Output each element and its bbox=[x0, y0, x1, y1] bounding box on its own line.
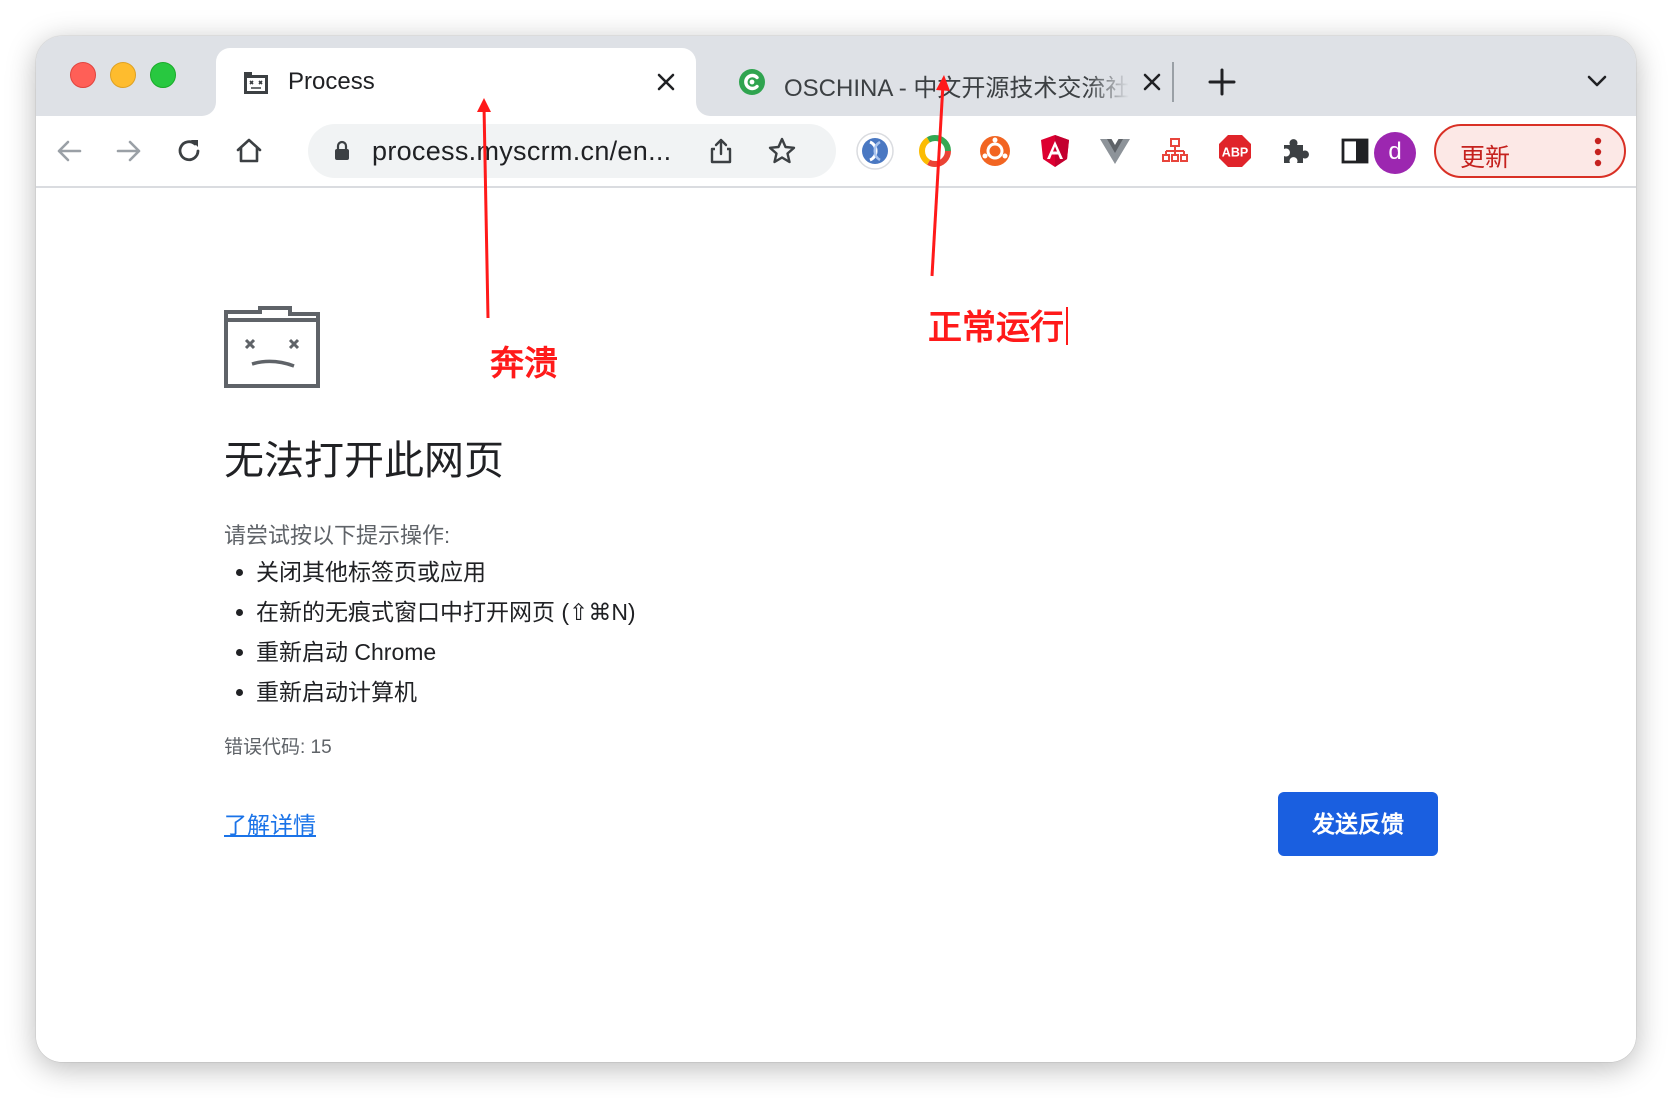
share-icon[interactable] bbox=[706, 136, 736, 166]
crashed-text: 奔溃 bbox=[490, 345, 558, 383]
learn-more-link[interactable]: 了解详情 bbox=[224, 806, 316, 840]
browser-window: Process OSCHINA - 中文开源技术交流社区 process.mys… bbox=[36, 36, 1636, 1062]
tree-extension-icon[interactable] bbox=[1156, 132, 1194, 170]
error-heading: 无法打开此网页 bbox=[224, 439, 504, 483]
list-item: 关闭其他标签页或应用 bbox=[224, 552, 636, 592]
error-subheading: 请尝试按以下提示操作: bbox=[224, 523, 451, 548]
chevron-down-icon[interactable] bbox=[1582, 66, 1612, 96]
close-tab-icon[interactable] bbox=[1140, 70, 1164, 94]
abp-extension-icon[interactable]: ABP bbox=[1216, 132, 1254, 170]
running-text: 正常运行 bbox=[928, 309, 1064, 347]
list-item: 在新的无痕式窗口中打开网页 (⇧⌘N) bbox=[224, 592, 636, 632]
oschina-icon bbox=[739, 69, 765, 95]
tab-title: OSCHINA - 中文开源技术交流社区 bbox=[784, 75, 1129, 102]
orange-lifebuoy-extension-icon[interactable] bbox=[976, 132, 1014, 170]
tab-title: Process bbox=[288, 68, 375, 95]
suggestion-list: 关闭其他标签页或应用 在新的无痕式窗口中打开网页 (⇧⌘N) 重新启动 Chro… bbox=[224, 552, 636, 712]
blue-sphere-extension-icon[interactable] bbox=[856, 132, 894, 170]
annotation-running-label: 正常运行 bbox=[928, 300, 1068, 349]
page-content: 无法打开此网页 请尝试按以下提示操作: 关闭其他标签页或应用 在新的无痕式窗口中… bbox=[36, 188, 1636, 1062]
text-caret bbox=[1066, 307, 1068, 345]
back-arrow-icon[interactable] bbox=[50, 132, 88, 170]
new-tab-icon[interactable] bbox=[1202, 62, 1242, 102]
forward-arrow-icon[interactable] bbox=[110, 132, 148, 170]
window-maximize-button[interactable] bbox=[150, 62, 176, 88]
bookmark-star-icon[interactable] bbox=[766, 135, 798, 167]
chrome-ring-extension-icon[interactable] bbox=[916, 132, 954, 170]
tab-strip: Process OSCHINA - 中文开源技术交流社区 bbox=[36, 36, 1636, 116]
error-code: 错误代码: 15 bbox=[224, 737, 332, 758]
annotation-crashed-label: 奔溃 bbox=[484, 336, 564, 385]
abp-label: ABP bbox=[1222, 146, 1248, 160]
url-text: process.myscrm.cn/en... bbox=[372, 136, 672, 166]
update-label: 更新 bbox=[1460, 144, 1511, 172]
sad-tab-icon bbox=[244, 72, 268, 94]
tab-separator bbox=[1172, 62, 1174, 102]
more-menu-icon[interactable] bbox=[1594, 137, 1602, 167]
puzzle-extensions-icon[interactable] bbox=[1276, 132, 1314, 170]
window-close-button[interactable] bbox=[70, 62, 96, 88]
vue-extension-icon[interactable] bbox=[1096, 132, 1134, 170]
list-item: 重新启动 Chrome bbox=[224, 632, 636, 672]
reload-icon[interactable] bbox=[170, 132, 208, 170]
lock-icon[interactable] bbox=[330, 139, 354, 163]
address-bar[interactable]: process.myscrm.cn/en... bbox=[308, 124, 836, 178]
window-minimize-button[interactable] bbox=[110, 62, 136, 88]
tab-process[interactable]: Process bbox=[216, 48, 696, 116]
tab-oschina[interactable]: OSCHINA - 中文开源技术交流社区 bbox=[712, 48, 1182, 116]
side-panel-icon[interactable] bbox=[1336, 132, 1374, 170]
angular-extension-icon[interactable] bbox=[1036, 132, 1074, 170]
profile-avatar[interactable]: d bbox=[1374, 132, 1416, 174]
sad-folder-error-icon bbox=[224, 306, 320, 388]
update-button[interactable]: 更新 bbox=[1434, 124, 1626, 178]
list-item: 重新启动计算机 bbox=[224, 672, 636, 712]
home-icon[interactable] bbox=[230, 132, 268, 170]
toolbar: process.myscrm.cn/en... ABP d 更新 bbox=[36, 116, 1636, 188]
close-tab-icon[interactable] bbox=[654, 70, 678, 94]
avatar-letter: d bbox=[1388, 138, 1402, 165]
send-feedback-button[interactable]: 发送反馈 bbox=[1278, 792, 1438, 856]
